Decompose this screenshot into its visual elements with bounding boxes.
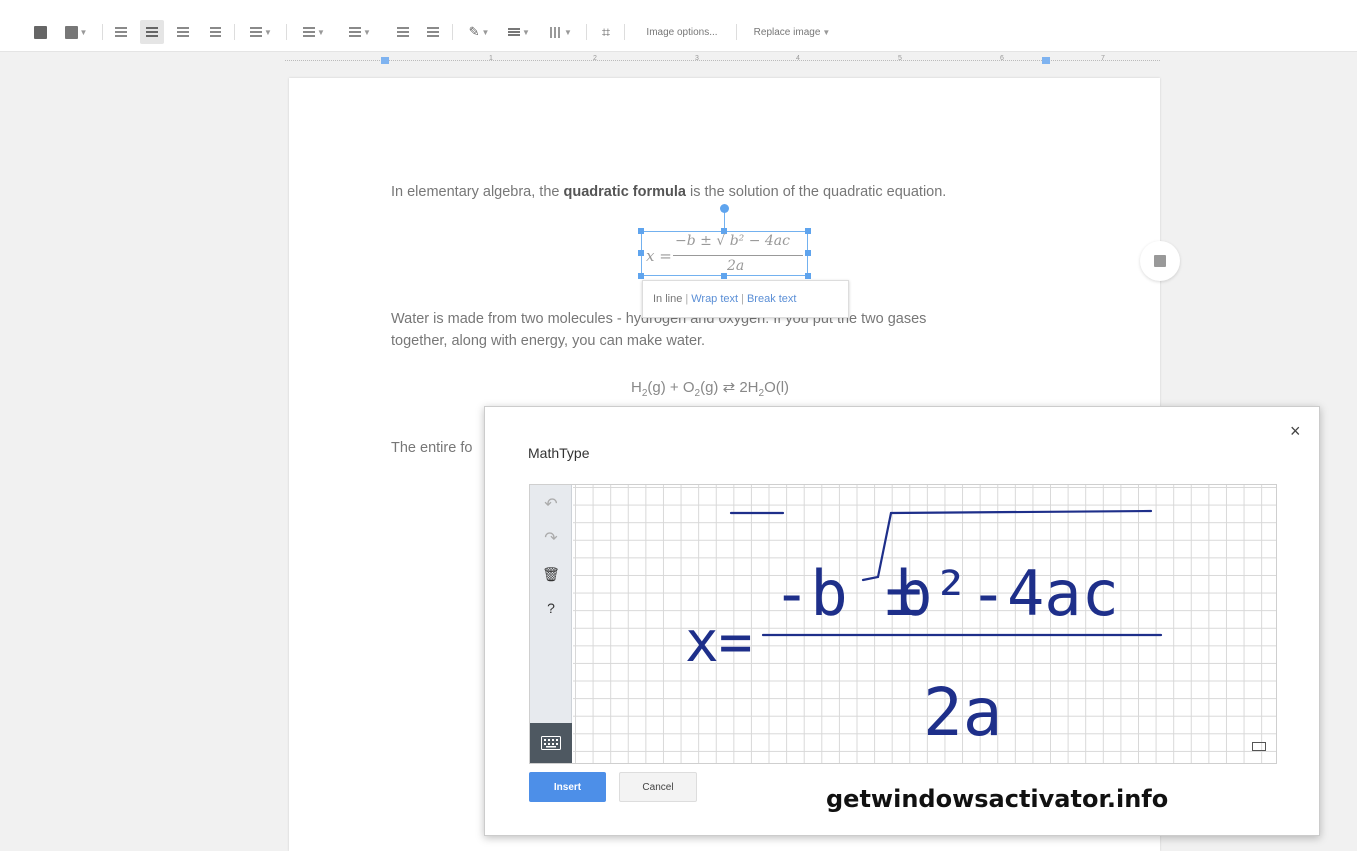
toolbar: ▼ ▼ ▼ ▼ ✎ ▼ ▼ ▼ ⌗ Image options... Replac…	[0, 0, 1357, 52]
break-text-option[interactable]: Break text	[747, 293, 797, 305]
resize-handle[interactable]	[638, 250, 644, 256]
ruler-number: 4	[796, 55, 800, 62]
paragraph-quadratic[interactable]: In elementary algebra, the quadratic for…	[391, 181, 946, 203]
right-indent-marker[interactable]	[1042, 57, 1050, 64]
text: In elementary algebra, the	[391, 184, 564, 200]
undo-icon[interactable]: ↶	[540, 493, 562, 515]
increase-indent-icon[interactable]	[422, 20, 444, 44]
equation-denominator: 2a	[727, 258, 745, 274]
align-center-icon[interactable]	[140, 20, 164, 44]
border-color-icon[interactable]: ✎ ▼	[462, 20, 496, 44]
replace-image-label: Replace image	[753, 26, 821, 38]
text: (g) ⇄ 2H	[700, 379, 759, 396]
text: is the solution of the quadratic equatio…	[685, 184, 947, 200]
mathtype-dialog: MathType × ↶ ↷ 🗑 ? x= -b ± b²-4ac 2a Ins…	[484, 406, 1320, 836]
decrease-indent-icon[interactable]	[392, 20, 414, 44]
image-icon[interactable]: ▼	[58, 20, 94, 44]
wrap-text-option[interactable]: Wrap text	[691, 293, 738, 305]
line-spacing-icon[interactable]: ▼	[244, 20, 278, 44]
border-dash-icon[interactable]: ▼	[544, 20, 578, 44]
bold-text: quadratic formula	[563, 184, 686, 200]
writing-canvas[interactable]: x= -b ± b²-4ac 2a	[573, 485, 1276, 763]
ruler-number: 1	[489, 55, 493, 62]
ruler-number: 6	[1000, 55, 1004, 62]
handwritten-lhs: x=	[685, 610, 752, 675]
resize-canvas-icon[interactable]	[1252, 742, 1266, 751]
ruler[interactable]: 1 2 3 4 5 6 7	[285, 55, 1160, 67]
redo-icon[interactable]: ↷	[540, 527, 562, 549]
insert-image-icon[interactable]	[30, 20, 50, 44]
rotate-handle[interactable]	[720, 204, 729, 213]
add-comment-button[interactable]	[1140, 241, 1180, 281]
cancel-button[interactable]: Cancel	[619, 772, 697, 802]
paragraph-entire[interactable]: The entire fo	[391, 437, 472, 459]
ruler-number: 3	[695, 55, 699, 62]
align-left-icon[interactable]	[110, 20, 132, 44]
ruler-number: 5	[898, 55, 902, 62]
handwriting-editor[interactable]: ↶ ↷ 🗑 ? x= -b ± b²-4ac 2a	[529, 484, 1277, 764]
editor-sidebar: ↶ ↷ 🗑 ?	[530, 485, 572, 763]
bulleted-list-icon[interactable]: ▼	[342, 20, 378, 44]
replace-image-button[interactable]: Replace image ▼	[742, 20, 842, 44]
equation-numerator: −b ± √ b² − 4ac	[675, 233, 790, 249]
resize-handle[interactable]	[638, 273, 644, 279]
image-options-button[interactable]: Image options...	[632, 20, 732, 44]
text: (g) + O	[647, 379, 695, 396]
inline-option[interactable]: In line	[653, 293, 682, 305]
justify-icon[interactable]	[204, 20, 226, 44]
handwritten-denominator: 2a	[923, 674, 1002, 751]
watermark: getwindowsactivator.info	[826, 785, 1169, 813]
text: O(l)	[764, 379, 790, 396]
handwritten-radicand: b²-4ac	[895, 557, 1119, 630]
comment-icon	[1154, 255, 1166, 267]
help-icon[interactable]: ?	[540, 597, 562, 619]
ruler-number: 2	[593, 55, 597, 62]
align-right-icon[interactable]	[172, 20, 194, 44]
border-weight-icon[interactable]: ▼	[502, 20, 536, 44]
dialog-title: MathType	[528, 445, 590, 461]
numbered-list-icon[interactable]: ▼	[296, 20, 332, 44]
ruler-number: 7	[1101, 55, 1105, 62]
text: together, along with energy, you can mak…	[391, 333, 706, 349]
resize-handle[interactable]	[805, 273, 811, 279]
resize-handle[interactable]	[638, 228, 644, 234]
wrap-options-popup: In line | Wrap text | Break text	[642, 280, 849, 318]
text: The entire fo	[391, 440, 473, 456]
crop-icon[interactable]: ⌗	[594, 20, 618, 44]
insert-button[interactable]: Insert	[529, 772, 606, 802]
keyboard-icon[interactable]	[530, 723, 572, 763]
equation-lhs: x =	[646, 247, 672, 265]
resize-handle[interactable]	[805, 228, 811, 234]
chemical-equation[interactable]: H2(g) + O2(g) ⇄ 2H2O(l)	[631, 378, 789, 399]
text: H	[631, 379, 642, 396]
trash-icon[interactable]: 🗑	[540, 563, 562, 585]
indent-marker[interactable]	[381, 57, 389, 64]
resize-handle[interactable]	[805, 250, 811, 256]
close-icon[interactable]: ×	[1290, 421, 1301, 442]
